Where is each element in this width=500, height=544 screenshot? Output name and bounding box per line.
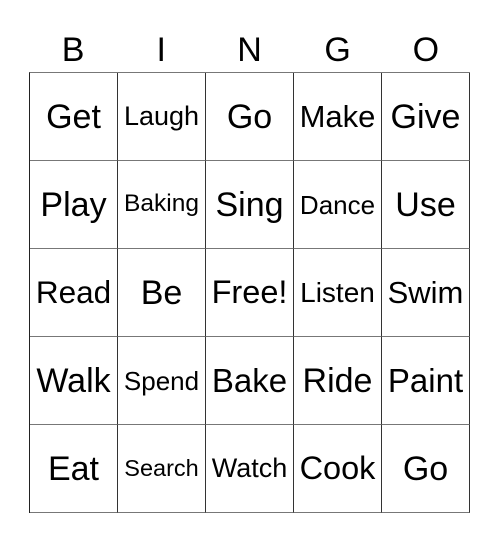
header-letter-b: B (61, 31, 85, 69)
cell-word: Search (124, 454, 199, 481)
bingo-cell[interactable]: Read (30, 249, 118, 337)
free-space-label: Free! (211, 274, 288, 311)
cell-word: Play (40, 185, 107, 224)
cell-word: Cook (299, 450, 376, 487)
bingo-card: B I N G O Get Laugh Go Make Give Play Ba… (0, 0, 500, 544)
header-letter-n: N (237, 31, 262, 69)
cell-word: Ride (302, 361, 373, 400)
cell-word: Baking (124, 190, 199, 218)
bingo-cell[interactable]: Give (382, 73, 470, 161)
bingo-cell[interactable]: Search (118, 425, 206, 513)
bingo-cell[interactable]: Walk (30, 337, 118, 425)
bingo-header: B I N G O (29, 28, 470, 72)
bingo-cell[interactable]: Get (30, 73, 118, 161)
bingo-cell[interactable]: Be (118, 249, 206, 337)
bingo-cell[interactable]: Make (294, 73, 382, 161)
cell-word: Swim (387, 275, 464, 310)
bingo-cell[interactable]: Use (382, 161, 470, 249)
cell-word: Listen (300, 276, 375, 308)
bingo-cell[interactable]: Baking (118, 161, 206, 249)
cell-word: Read (35, 273, 112, 310)
cell-word: Go (402, 449, 449, 488)
cell-word: Make (299, 99, 376, 134)
cell-word: Be (140, 273, 183, 312)
bingo-cell[interactable]: Go (382, 425, 470, 513)
cell-word: Paint (387, 362, 464, 399)
header-letter-g: G (324, 31, 351, 69)
bingo-cell[interactable]: Ride (294, 337, 382, 425)
bingo-cell[interactable]: Watch (206, 425, 294, 513)
bingo-cell[interactable]: Eat (30, 425, 118, 513)
cell-word: Go (226, 97, 273, 136)
cell-word: Give (390, 97, 461, 136)
bingo-cell[interactable]: Dance (294, 161, 382, 249)
cell-word: Spend (123, 365, 200, 396)
cell-word: Watch (211, 453, 288, 483)
bingo-cell[interactable]: Play (30, 161, 118, 249)
free-space-cell[interactable]: Free! (206, 249, 294, 337)
cell-word: Use (395, 185, 456, 224)
cell-word: Bake (211, 362, 288, 399)
bingo-cell[interactable]: Paint (382, 337, 470, 425)
cell-word: Eat (47, 449, 100, 488)
bingo-cell[interactable]: Swim (382, 249, 470, 337)
bingo-cell[interactable]: Spend (118, 337, 206, 425)
cell-word: Get (46, 97, 101, 136)
header-letter-i: I (156, 31, 166, 69)
bingo-cell[interactable]: Go (206, 73, 294, 161)
bingo-cell[interactable]: Laugh (118, 73, 206, 161)
cell-word: Sing (215, 185, 284, 224)
bingo-cell[interactable]: Bake (206, 337, 294, 425)
bingo-cell[interactable]: Sing (206, 161, 294, 249)
cell-word: Laugh (123, 101, 200, 131)
bingo-cell[interactable]: Listen (294, 249, 382, 337)
header-letter-o: O (412, 31, 440, 69)
bingo-grid: Get Laugh Go Make Give Play Baking Sing … (29, 72, 470, 513)
cell-word: Dance (299, 189, 376, 220)
bingo-cell[interactable]: Cook (294, 425, 382, 513)
cell-word: Walk (36, 361, 111, 400)
